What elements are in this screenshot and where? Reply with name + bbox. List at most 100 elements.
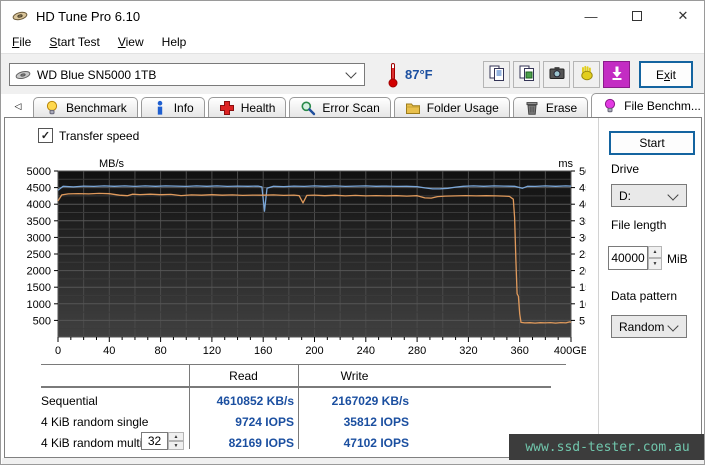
queue-depth-up-button[interactable]: ▲ xyxy=(168,432,184,441)
data-pattern-combobox[interactable]: Random xyxy=(611,315,687,338)
y-axis-right-tick: 35 xyxy=(579,216,586,228)
x-axis-tick: 80 xyxy=(154,345,166,357)
data-pattern-value: Random xyxy=(619,319,665,334)
tab-folder-usage[interactable]: Folder Usage xyxy=(393,97,510,117)
tab-label: Error Scan xyxy=(322,100,380,115)
y-axis-right-tick: 15 xyxy=(579,282,586,294)
table-vline-1 xyxy=(189,365,190,449)
tab-erase[interactable]: Erase xyxy=(512,97,589,117)
chevron-down-icon xyxy=(345,66,357,79)
menu-file[interactable]: File xyxy=(3,33,40,51)
temperature-icon xyxy=(385,62,401,88)
transfer-speed-checkbox[interactable]: ✓ xyxy=(38,128,53,143)
y-axis-right-tick: 40 xyxy=(579,199,586,211)
folder-icon xyxy=(405,100,421,116)
x-axis-tick: 360 xyxy=(511,345,529,357)
drive-combobox[interactable]: D: xyxy=(611,184,687,207)
window-title: HD Tune Pro 6.10 xyxy=(36,8,141,24)
result-row-label: 4 KiB random single xyxy=(41,415,149,429)
info-icon xyxy=(152,100,168,116)
magnifier-icon xyxy=(300,100,316,116)
donate-button[interactable] xyxy=(573,61,600,88)
x-axis-tick: 320 xyxy=(459,345,477,357)
y-axis-left-tick: 3500 xyxy=(27,216,51,228)
benchmark-chart: 500 1000 1500 2000 2500 3000 3500 4000 4500 5000 5… xyxy=(26,151,592,363)
y-axis-right-unit-label: ms xyxy=(558,158,573,170)
table-vline-2 xyxy=(298,365,299,449)
tab-label: Info xyxy=(173,100,194,115)
tab-file-benchm[interactable]: File Benchm... xyxy=(591,93,704,117)
copy-icon xyxy=(488,64,506,85)
x-axis-tick: 400GB xyxy=(554,345,586,357)
result-write-value: 2167029 KB/s xyxy=(331,394,409,408)
hd-tune-pro-window: HD Tune Pro 6.10 — ✕ File Start Test View H… xyxy=(0,0,705,465)
x-axis-tick: 120 xyxy=(203,345,221,357)
menu-view[interactable]: View xyxy=(109,33,153,51)
y-axis-left-tick: 1000 xyxy=(27,299,51,311)
file-length-down-button[interactable]: ▼ xyxy=(648,258,662,270)
file-length-up-button[interactable]: ▲ xyxy=(648,246,662,258)
y-axis-left-tick: 1500 xyxy=(27,282,51,294)
transfer-speed-plot: 5001000150020002500300035004000450050005… xyxy=(27,158,592,357)
temperature-value: 87°F xyxy=(405,67,433,82)
tab-scroll-left-button[interactable]: ◁ xyxy=(11,99,25,113)
y-axis-left-unit-label: MB/s xyxy=(99,158,125,170)
result-read-value: 82169 IOPS xyxy=(228,436,294,450)
app-disk-icon xyxy=(12,8,28,24)
bulb-yellow-icon xyxy=(44,100,60,116)
y-axis-right-tick: 50 xyxy=(579,166,586,178)
tab-health[interactable]: Health xyxy=(207,97,287,117)
data-pattern-label: Data pattern xyxy=(611,289,678,303)
x-axis-tick: 280 xyxy=(408,345,426,357)
chevron-down-icon xyxy=(667,188,679,201)
result-row-label: Sequential xyxy=(41,394,98,408)
x-axis-tick: 240 xyxy=(357,345,375,357)
exit-button[interactable]: Ex it xyxy=(639,61,693,88)
queue-depth-input[interactable]: 32 xyxy=(141,432,168,450)
start-button[interactable]: Start xyxy=(609,131,695,155)
queue-depth-down-button[interactable]: ▼ xyxy=(168,441,184,450)
watermark-text: www.ssd-tester.com.au xyxy=(525,439,690,455)
copy-text-button[interactable] xyxy=(483,61,510,88)
result-row-label: 4 KiB random multi xyxy=(41,436,143,450)
toolbar: WD Blue SN5000 1TB 87°F Ex it xyxy=(1,53,704,94)
y-axis-left-tick: 2000 xyxy=(27,266,51,278)
queue-depth-stepper: ▲ ▼ xyxy=(168,432,184,450)
download-button[interactable] xyxy=(603,61,630,88)
y-axis-left-tick: 5000 xyxy=(27,166,51,178)
y-axis-left-tick: 500 xyxy=(33,315,51,327)
transfer-speed-label: Transfer speed xyxy=(59,128,140,143)
table-header-read: Read xyxy=(229,369,258,383)
file-length-stepper: ▲ ▼ xyxy=(648,246,662,270)
result-write-value: 35812 IOPS xyxy=(343,415,409,429)
table-top-rule xyxy=(41,364,566,365)
tab-benchmark[interactable]: Benchmark xyxy=(33,97,138,117)
close-button[interactable]: ✕ xyxy=(660,1,704,31)
screenshot-button[interactable] xyxy=(543,61,570,88)
file-length-unit: MiB xyxy=(667,252,688,266)
file-length-input[interactable]: 40000 xyxy=(608,246,648,270)
menu-start-test[interactable]: Start Test xyxy=(40,33,108,51)
menubar: File Start Test View Help xyxy=(1,31,704,53)
drive-combobox-value: D: xyxy=(619,188,631,203)
copy-image-icon xyxy=(518,64,536,85)
tab-info[interactable]: Info xyxy=(140,97,205,117)
minimize-button[interactable]: — xyxy=(568,1,614,31)
table-header-write: Write xyxy=(340,369,369,383)
x-axis-tick: 200 xyxy=(305,345,323,357)
camera-icon xyxy=(548,64,566,85)
tab-label: Erase xyxy=(545,100,578,115)
tab-label: File Benchm... xyxy=(624,98,701,113)
drive-label: Drive xyxy=(611,162,640,176)
y-axis-left-tick: 3000 xyxy=(27,232,51,244)
maximize-button[interactable] xyxy=(614,1,660,31)
y-axis-right-tick: 10 xyxy=(579,299,586,311)
table-header-rule xyxy=(41,386,551,388)
drive-selector[interactable]: WD Blue SN5000 1TB xyxy=(9,63,365,86)
y-axis-left-tick: 2500 xyxy=(27,249,51,261)
tab-label: Benchmark xyxy=(66,100,127,115)
copy-image-button[interactable] xyxy=(513,61,540,88)
menu-help[interactable]: Help xyxy=(153,33,196,51)
result-read-value: 4610852 KB/s xyxy=(216,394,294,408)
tab-error-scan[interactable]: Error Scan xyxy=(289,97,391,117)
